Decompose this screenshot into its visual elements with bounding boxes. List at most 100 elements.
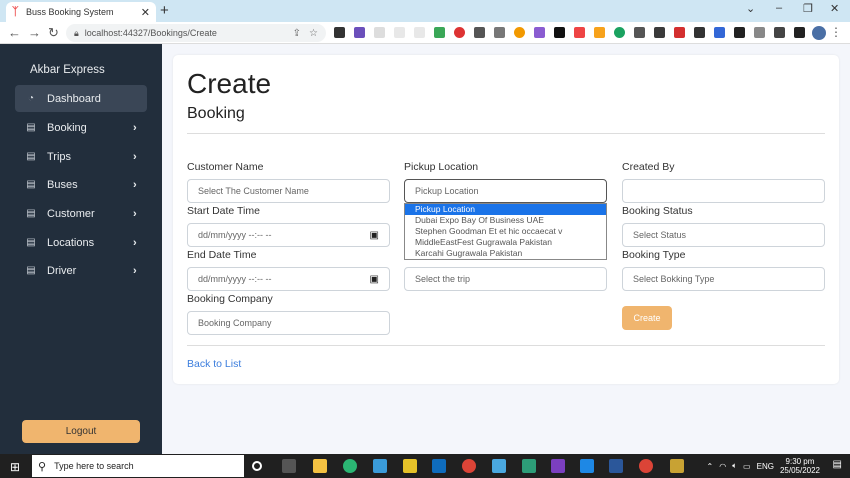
extension-icon[interactable] bbox=[654, 27, 665, 38]
chevron-right-icon: › bbox=[133, 236, 137, 249]
booking-company-input[interactable]: Booking Company bbox=[187, 311, 390, 335]
app-icon[interactable] bbox=[403, 459, 417, 473]
word-icon[interactable] bbox=[609, 459, 623, 473]
windows-start-icon[interactable]: ⊞ bbox=[10, 460, 20, 474]
forward-icon[interactable]: → bbox=[28, 25, 41, 40]
sidebar-item-customer[interactable]: ▤ Customer › bbox=[15, 200, 147, 227]
extension-icon[interactable] bbox=[574, 27, 585, 38]
extension-icon[interactable] bbox=[634, 27, 645, 38]
start-date-input[interactable]: dd/mm/yyyy --:-- -- ▣ bbox=[187, 223, 390, 247]
network-icon[interactable]: ◠ bbox=[719, 462, 726, 471]
new-tab-button[interactable]: + bbox=[160, 2, 169, 19]
extension-icon[interactable] bbox=[674, 27, 685, 38]
dropdown-option[interactable]: Stephen Goodman Et et hic occaecat v bbox=[405, 226, 606, 237]
extension-icon[interactable] bbox=[734, 27, 745, 38]
dropdown-option[interactable]: Karcahi Gugrawala Pakistan bbox=[405, 248, 606, 259]
language-indicator[interactable]: ENG bbox=[757, 462, 774, 471]
window-close-icon[interactable]: ✕ bbox=[830, 2, 839, 15]
app-icon[interactable] bbox=[522, 459, 536, 473]
extension-icon[interactable] bbox=[434, 27, 445, 38]
address-bar[interactable]: 🔒︎ localhost:44327/Bookings/Create ⇪ ☆ bbox=[66, 24, 326, 42]
booking-status-select[interactable]: Select Status bbox=[622, 223, 825, 247]
volume-icon[interactable]: 🔈︎ bbox=[732, 461, 737, 471]
chevron-right-icon: › bbox=[133, 121, 137, 134]
back-to-list-link[interactable]: Back to List bbox=[187, 358, 241, 370]
extension-icon[interactable] bbox=[514, 27, 525, 38]
extension-icon[interactable] bbox=[334, 27, 345, 38]
maximize-icon[interactable]: ❐ bbox=[803, 2, 813, 15]
browser-menu-icon[interactable]: ⋮ bbox=[830, 25, 842, 39]
pickup-location-select[interactable]: Pickup Location bbox=[404, 179, 607, 203]
calendar-icon[interactable]: ▣ bbox=[370, 274, 379, 285]
extension-icon[interactable] bbox=[374, 27, 385, 38]
dropdown-option[interactable]: Pickup Location bbox=[405, 204, 606, 215]
extension-icon[interactable] bbox=[694, 27, 705, 38]
extension-icon[interactable] bbox=[754, 27, 765, 38]
cortana-icon[interactable] bbox=[252, 461, 262, 471]
chevron-right-icon: › bbox=[133, 207, 137, 220]
dropdown-option[interactable]: Dubai Expo Bay Of Business UAE bbox=[405, 215, 606, 226]
brand-name: Akbar Express bbox=[30, 64, 105, 76]
end-date-input[interactable]: dd/mm/yyyy --:-- -- ▣ bbox=[187, 267, 390, 291]
sidebar-item-booking[interactable]: ▤ Booking › bbox=[15, 114, 147, 141]
sidebar-item-buses[interactable]: ▤ Buses › bbox=[15, 171, 147, 198]
reload-icon[interactable]: ↻ bbox=[48, 25, 59, 41]
taskbar-search[interactable]: ⚲ Type here to search bbox=[32, 455, 244, 477]
sidebar-item-driver[interactable]: ▤ Driver › bbox=[15, 257, 147, 284]
clock[interactable]: 9:30 pm 25/05/2022 bbox=[780, 457, 820, 475]
extension-icon[interactable] bbox=[414, 27, 425, 38]
customer-name-select[interactable]: Select The Customer Name bbox=[187, 179, 390, 203]
create-button[interactable]: Create bbox=[622, 306, 672, 330]
extensions-puzzle-icon[interactable] bbox=[774, 27, 785, 38]
side-panel-icon[interactable] bbox=[794, 27, 805, 38]
tab-search-icon[interactable]: ⌄ bbox=[746, 2, 755, 15]
browser-tab[interactable]: ᛉ Buss Booking System ✕ bbox=[6, 2, 156, 22]
back-icon[interactable]: ← bbox=[8, 25, 21, 40]
dashboard-icon: ◔ bbox=[27, 93, 35, 104]
notifications-icon[interactable]: ▤ bbox=[833, 459, 842, 470]
outlook-icon[interactable] bbox=[432, 459, 446, 473]
close-tab-icon[interactable]: ✕ bbox=[141, 6, 150, 19]
battery-icon[interactable]: ▭ bbox=[743, 462, 751, 471]
sidebar-item-locations[interactable]: ▤ Locations › bbox=[15, 229, 147, 256]
app-icon[interactable] bbox=[670, 459, 684, 473]
profile-avatar[interactable] bbox=[812, 26, 826, 40]
app-icon[interactable] bbox=[492, 459, 506, 473]
extension-icon[interactable] bbox=[394, 27, 405, 38]
share-icon[interactable]: ⇪ bbox=[293, 28, 301, 39]
booking-type-placeholder: Select Bokking Type bbox=[633, 274, 715, 284]
booking-type-select[interactable]: Select Bokking Type bbox=[622, 267, 825, 291]
trip-select[interactable]: Select the trip bbox=[404, 267, 607, 291]
task-view-icon[interactable] bbox=[282, 459, 296, 473]
extension-icon[interactable] bbox=[554, 27, 565, 38]
taskbar: ⊞ ⚲ Type here to search ⌃ ◠ 🔈︎ ▭ ENG 9:3… bbox=[0, 454, 850, 478]
vscode-icon[interactable] bbox=[580, 459, 594, 473]
extension-icon[interactable] bbox=[614, 27, 625, 38]
extension-icon[interactable] bbox=[474, 27, 485, 38]
site-info-icon[interactable]: 🔒︎ bbox=[74, 28, 79, 39]
chrome-icon[interactable] bbox=[462, 459, 476, 473]
edge-icon[interactable] bbox=[343, 459, 357, 473]
bookmark-star-icon[interactable]: ☆ bbox=[309, 28, 318, 39]
extension-icon[interactable] bbox=[494, 27, 505, 38]
extension-icon[interactable] bbox=[594, 27, 605, 38]
visual-studio-icon[interactable] bbox=[551, 459, 565, 473]
tab-title: Buss Booking System bbox=[26, 7, 114, 17]
sidebar-item-dashboard[interactable]: ◔ Dashboard bbox=[15, 85, 147, 112]
extension-icon[interactable] bbox=[454, 27, 465, 38]
extension-icon[interactable] bbox=[714, 27, 725, 38]
chrome-active-icon[interactable] bbox=[639, 459, 653, 473]
app-icon[interactable] bbox=[373, 459, 387, 473]
dropdown-option[interactable]: MiddleEastFest Gugrawala Pakistan bbox=[405, 237, 606, 248]
sidebar-item-trips[interactable]: ▤ Trips › bbox=[15, 143, 147, 170]
browser-toolbar: ← → ↻ 🔒︎ localhost:44327/Bookings/Create… bbox=[0, 22, 850, 44]
extension-icon[interactable] bbox=[354, 27, 365, 38]
extension-icon[interactable] bbox=[534, 27, 545, 38]
file-explorer-icon[interactable] bbox=[313, 459, 327, 473]
created-by-input[interactable] bbox=[622, 179, 825, 203]
customer-name-placeholder: Select The Customer Name bbox=[198, 186, 309, 196]
logout-button[interactable]: Logout bbox=[22, 420, 140, 443]
calendar-icon[interactable]: ▣ bbox=[370, 230, 379, 241]
chevron-up-icon[interactable]: ⌃ bbox=[707, 462, 714, 471]
minimize-icon[interactable]: – bbox=[776, 2, 782, 14]
